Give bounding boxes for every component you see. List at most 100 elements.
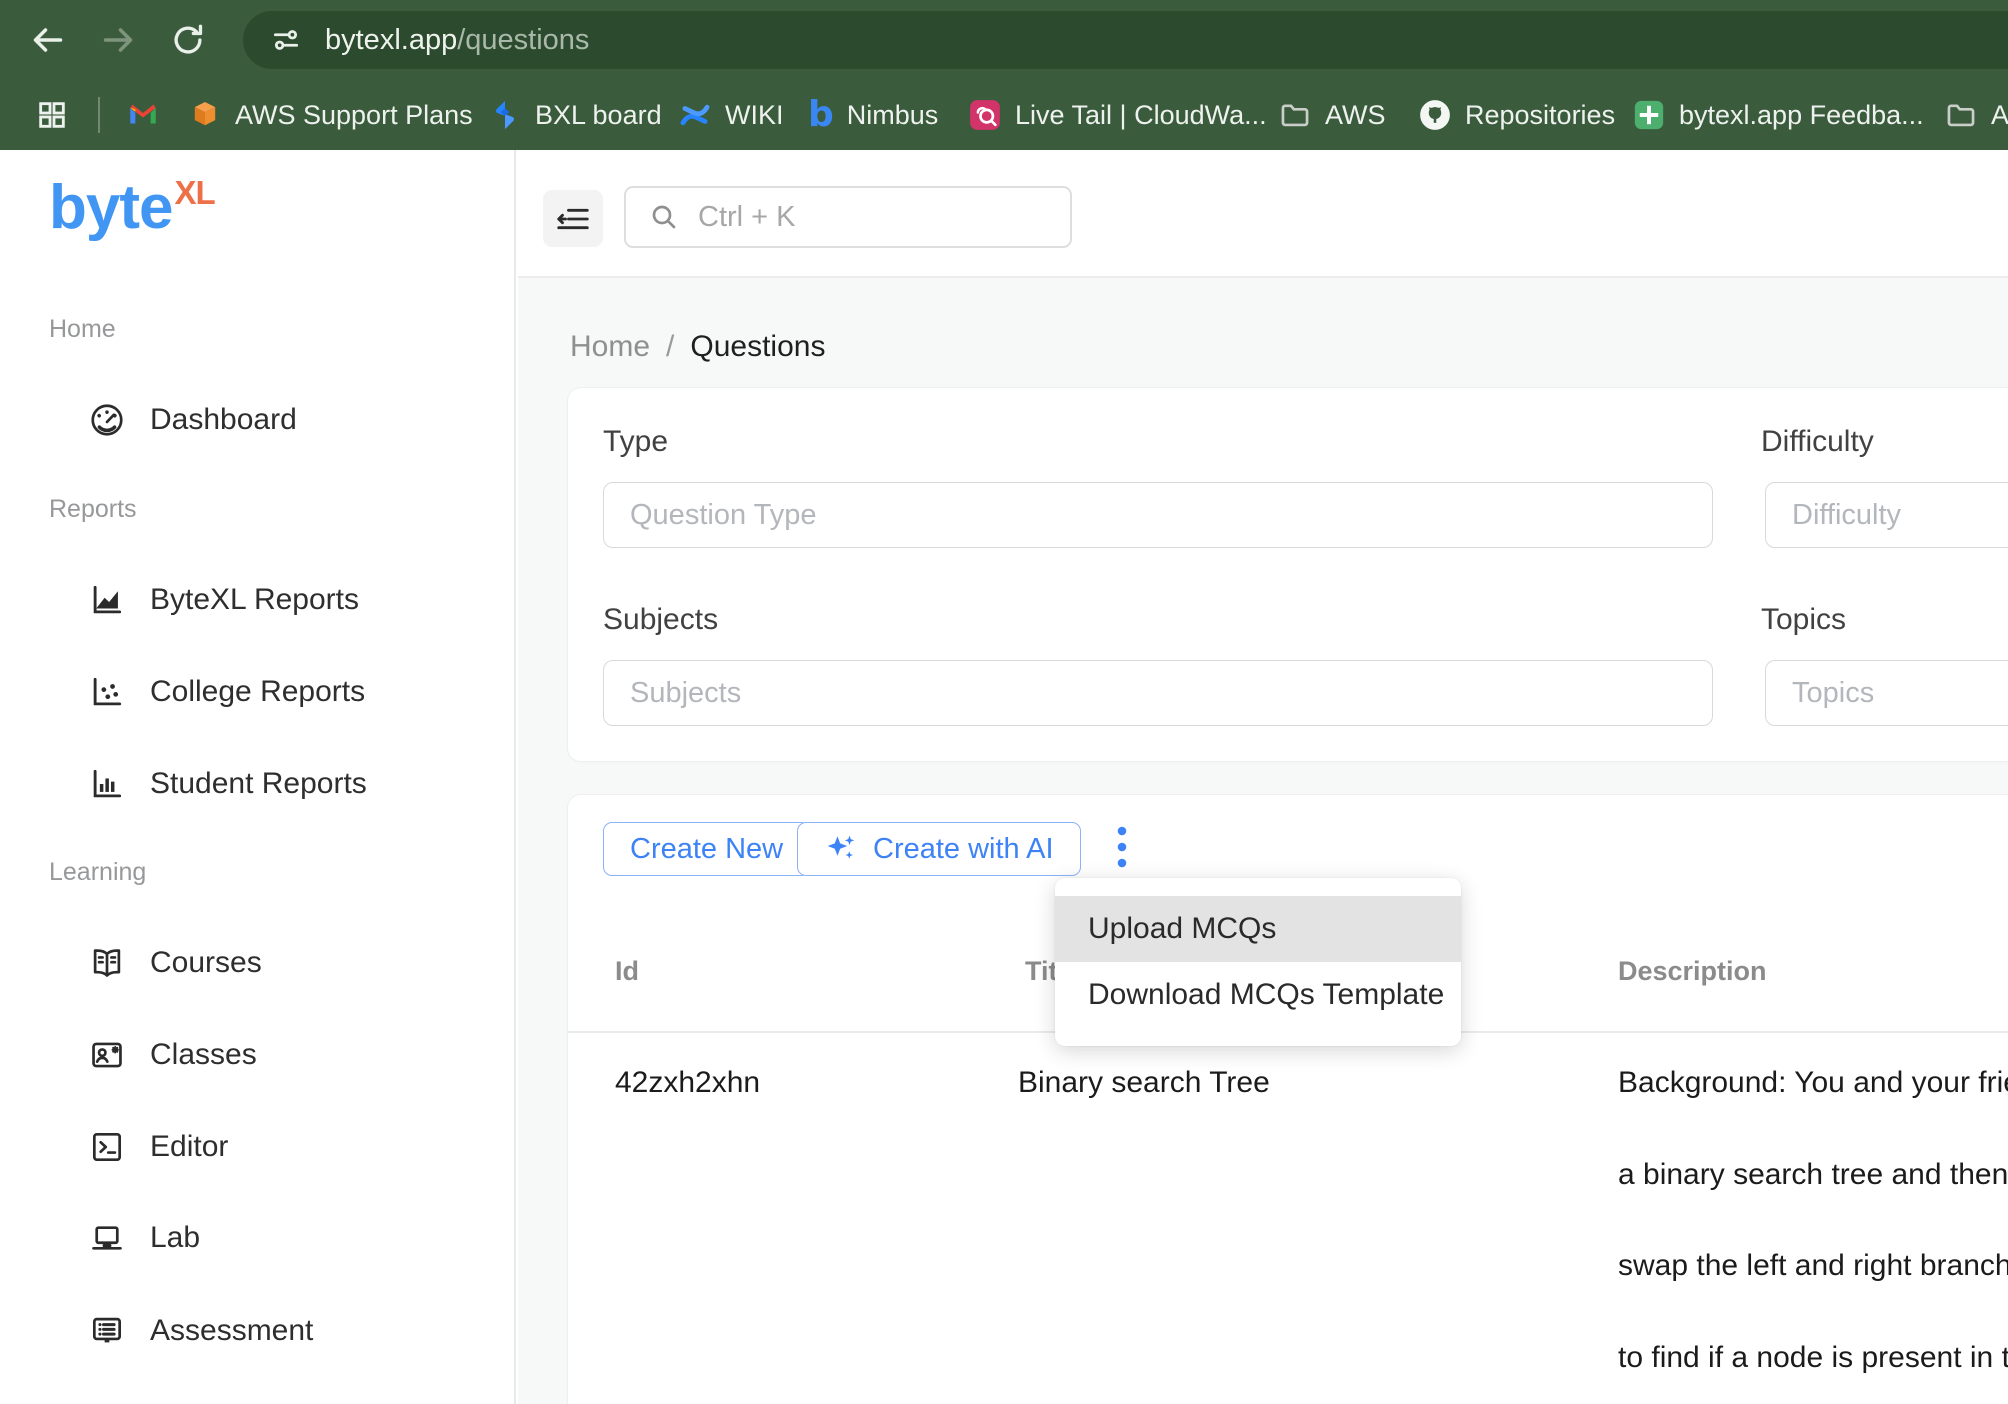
sidebar-item-label: College Reports	[150, 675, 365, 709]
create-with-ai-button[interactable]: Create with AI	[797, 822, 1081, 876]
bookmark-label: Nimbus	[847, 100, 939, 131]
more-actions-button[interactable]	[1102, 819, 1142, 877]
sidebar: byteXL Home Dashboard Reports ByteXL Rep…	[0, 150, 516, 1404]
sidebar-item-label: Dashboard	[150, 403, 297, 437]
create-new-button[interactable]: Create New	[603, 822, 810, 876]
bookmark-bytexl-feedback[interactable]: bytexl.app Feedba...	[1632, 80, 1924, 150]
type-label: Type	[603, 426, 668, 458]
bookmark-label: bytexl.app Feedba...	[1679, 100, 1924, 131]
laptop-icon	[88, 1219, 126, 1257]
content-area: Home / Questions Type Difficulty Subjects …	[518, 278, 2008, 1404]
address-bar[interactable]: bytexl.app/questions	[243, 11, 2008, 69]
breadcrumb-home[interactable]: Home	[570, 330, 650, 363]
sidebar-item-label: Student Reports	[150, 767, 367, 801]
bookmark-gmail[interactable]	[126, 80, 173, 150]
cloudwatch-icon	[968, 98, 1002, 132]
back-icon[interactable]	[28, 20, 68, 60]
breadcrumb-separator: /	[666, 330, 674, 363]
sidebar-collapse-button[interactable]	[543, 190, 603, 247]
menu-item-download-mcqs-template[interactable]: Download MCQs Template	[1055, 962, 1461, 1028]
question-type-input[interactable]	[603, 482, 1713, 548]
bookmark-label: A	[1991, 100, 2008, 131]
url-path: /questions	[457, 24, 589, 57]
column-header-id: Id	[615, 956, 639, 987]
bookmark-label: BXL board	[535, 100, 662, 131]
bookmark-wiki[interactable]: WIKI	[678, 80, 784, 150]
bookmark-nimbus[interactable]: b Nimbus	[808, 80, 938, 150]
reload-icon[interactable]	[168, 20, 208, 60]
scatter-chart-icon	[88, 673, 126, 711]
sidebar-item-editor[interactable]: Editor	[88, 1127, 228, 1167]
difficulty-input[interactable]	[1765, 482, 2008, 548]
subjects-input[interactable]	[603, 660, 1713, 726]
confluence-icon	[678, 98, 712, 132]
sidebar-item-lab[interactable]: Lab	[88, 1218, 200, 1258]
book-icon	[88, 944, 126, 982]
sidebar-item-assessment[interactable]: Assessment	[88, 1311, 313, 1351]
difficulty-label: Difficulty	[1761, 426, 1874, 458]
cell-title: Binary search Tree	[1018, 1067, 1270, 1098]
description-line: a binary search tree and then at oc	[1618, 1159, 2008, 1251]
search-icon	[648, 201, 680, 233]
sidebar-item-label: Courses	[150, 946, 262, 980]
sidebar-item-courses[interactable]: Courses	[88, 943, 262, 983]
sidebar-item-label: Assessment	[150, 1314, 313, 1348]
sidebar-item-label: Classes	[150, 1038, 257, 1072]
bookmark-live-tail-cloudwatch[interactable]: Live Tail | CloudWa...	[968, 80, 1267, 150]
sidebar-section-home: Home	[49, 315, 116, 344]
screenshot: bytexl.app/questions AWS Support Plans B…	[0, 0, 2008, 1404]
breadcrumb: Home / Questions	[570, 330, 825, 364]
bookmark-label: Repositories	[1465, 100, 1615, 131]
github-icon	[1418, 98, 1452, 132]
column-header-description: Description	[1618, 956, 1767, 987]
terminal-icon	[88, 1128, 126, 1166]
bookmark-aws-folder[interactable]: AWS	[1278, 80, 1386, 150]
site-settings-icon[interactable]	[269, 23, 303, 57]
bookmark-aws-support-plans[interactable]: AWS Support Plans	[188, 80, 473, 150]
nimbus-icon: b	[808, 98, 834, 132]
jira-icon	[488, 98, 522, 132]
description-line: Background: You and your friend a	[1618, 1067, 2008, 1159]
sidebar-item-college-reports[interactable]: College Reports	[88, 672, 365, 712]
sidebar-section-learning: Learning	[49, 858, 146, 887]
bookmark-label: WIKI	[725, 100, 784, 131]
search-input[interactable]	[696, 200, 1000, 235]
sidebar-item-student-reports[interactable]: Student Reports	[88, 764, 367, 804]
filters-card: Type Difficulty Subjects Topics	[567, 387, 2008, 762]
collapse-sidebar-icon	[555, 201, 591, 237]
aws-cube-icon	[188, 98, 222, 132]
sidebar-item-label: Editor	[150, 1130, 228, 1164]
breadcrumb-current: Questions	[690, 330, 825, 363]
gmail-icon	[126, 98, 160, 132]
cell-description: Background: You and your friend a a bina…	[1618, 1067, 2008, 1404]
url-host: bytexl.app	[325, 24, 457, 57]
topics-input[interactable]	[1765, 660, 2008, 726]
bookmark-label: Live Tail | CloudWa...	[1015, 100, 1267, 131]
apps-grid-icon[interactable]	[35, 80, 69, 150]
description-line: swap the left and right branches o	[1618, 1250, 2008, 1342]
menu-item-upload-mcqs[interactable]: Upload MCQs	[1055, 896, 1461, 962]
sparkles-icon	[824, 832, 858, 866]
forward-icon[interactable]	[98, 20, 138, 60]
sidebar-item-classes[interactable]: Classes	[88, 1035, 257, 1075]
browser-toolbar: bytexl.app/questions	[0, 0, 2008, 80]
description-line: to find if a node is present in the tr	[1618, 1342, 2008, 1404]
cell-id: 42zxh2xhn	[615, 1067, 760, 1098]
subjects-label: Subjects	[603, 604, 718, 636]
sidebar-item-dashboard[interactable]: Dashboard	[88, 400, 297, 440]
kebab-menu-icon	[1116, 825, 1128, 871]
bookmark-label: AWS Support Plans	[235, 100, 473, 131]
bookmark-folder-cut[interactable]: A	[1944, 80, 2008, 150]
sidebar-item-bytexl-reports[interactable]: ByteXL Reports	[88, 580, 359, 620]
bookmarks-bar: AWS Support Plans BXL board WIKI b Nimbu…	[0, 80, 2008, 150]
bookmark-repositories[interactable]: Repositories	[1418, 80, 1615, 150]
bytexl-logo[interactable]: byteXL	[49, 172, 215, 243]
global-search[interactable]	[624, 186, 1072, 248]
sheets-plus-icon	[1632, 98, 1666, 132]
gauge-icon	[88, 401, 126, 439]
sidebar-item-label: ByteXL Reports	[150, 583, 359, 617]
area-chart-icon	[88, 581, 126, 619]
bookmark-bxl-board[interactable]: BXL board	[488, 80, 662, 150]
assessment-icon	[88, 1312, 126, 1350]
sidebar-item-label: Lab	[150, 1221, 200, 1255]
